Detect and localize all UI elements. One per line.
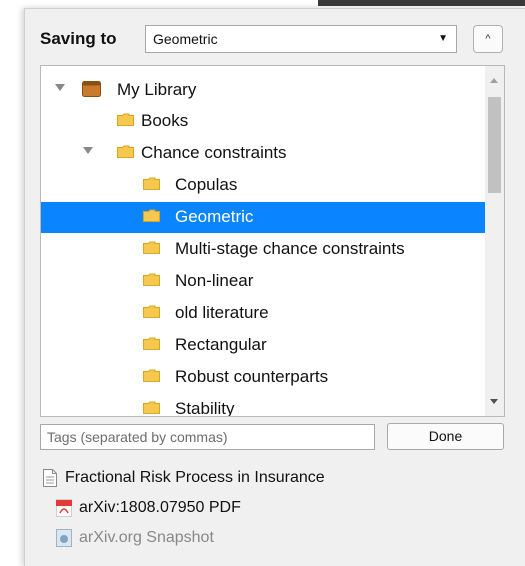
- done-button[interactable]: Done: [387, 423, 504, 450]
- tree-item-label: Geometric: [175, 207, 254, 226]
- collection-select[interactable]: Geometric ▼: [145, 25, 457, 53]
- saved-item-document: Fractional Risk Process in Insurance: [43, 467, 443, 489]
- folder-icon: [143, 209, 160, 222]
- tree-item-old-literature[interactable]: old literature: [41, 298, 485, 329]
- tree-item-my-library[interactable]: My Library: [41, 75, 485, 106]
- scroll-down-arrow-icon[interactable]: [490, 399, 498, 404]
- background-window-edge: [318, 0, 525, 6]
- tree-item-copulas[interactable]: Copulas: [41, 170, 485, 201]
- saved-item-title: Fractional Risk Process in Insurance: [65, 469, 325, 486]
- tree-item-label: old literature: [175, 303, 269, 322]
- tree-item-label: Chance constraints: [141, 143, 287, 162]
- scroll-thumb[interactable]: [488, 97, 501, 193]
- tree-item-label: Multi-stage chance constraints: [175, 239, 405, 258]
- save-to-zotero-popup: Saving to Geometric ▼ ^ My Library Books…: [24, 8, 525, 566]
- saving-to-label: Saving to: [40, 29, 117, 48]
- scroll-up-arrow-icon[interactable]: [490, 78, 498, 83]
- collection-select-value: Geometric: [153, 31, 218, 47]
- twisty-expanded-icon[interactable]: [83, 147, 93, 154]
- folder-icon: [143, 241, 160, 254]
- tree-item-geometric[interactable]: Geometric: [41, 202, 485, 233]
- document-icon: [43, 469, 57, 487]
- attachment-pdf-label: arXiv:1808.07950 PDF: [79, 499, 241, 516]
- folder-icon: [143, 337, 160, 350]
- folder-icon: [117, 145, 134, 158]
- attachment-snapshot-label: arXiv.org Snapshot: [79, 529, 214, 546]
- chevron-up-icon: ^: [485, 33, 491, 45]
- pdf-icon: [56, 499, 72, 517]
- folder-icon: [143, 177, 160, 190]
- tree-item-rectangular[interactable]: Rectangular: [41, 330, 485, 361]
- folder-icon: [143, 305, 160, 318]
- tree-scrollbar[interactable]: [485, 66, 504, 416]
- folder-icon: [143, 369, 160, 382]
- tree-item-non-linear[interactable]: Non-linear: [41, 266, 485, 297]
- attachment-snapshot: arXiv.org Snapshot: [56, 527, 356, 549]
- folder-icon: [117, 113, 134, 126]
- web-snapshot-icon: [56, 529, 72, 547]
- tree-item-label: My Library: [117, 80, 197, 99]
- tree-item-label: Books: [141, 111, 189, 130]
- tree-item-label: Non-linear: [175, 271, 254, 290]
- folder-icon: [143, 273, 160, 286]
- tags-input[interactable]: [40, 424, 375, 450]
- folder-icon: [143, 401, 160, 414]
- tree-item-label: Copulas: [175, 175, 238, 194]
- tree-item-label: Rectangular: [175, 335, 267, 354]
- collection-tree-list: My Library Books Chance constraints Copu…: [41, 66, 485, 416]
- tree-item-stability[interactable]: Stability: [41, 394, 485, 416]
- twisty-expanded-icon[interactable]: [55, 84, 65, 91]
- tree-item-label: Robust counterparts: [175, 367, 329, 386]
- collection-tree[interactable]: My Library Books Chance constraints Copu…: [40, 65, 505, 417]
- tree-item-chance-constraints[interactable]: Chance constraints: [41, 138, 485, 169]
- tree-item-label: Stability: [175, 399, 235, 416]
- attachment-pdf: arXiv:1808.07950 PDF: [56, 497, 356, 519]
- library-icon: [82, 81, 101, 97]
- tree-item-books[interactable]: Books: [41, 106, 485, 137]
- tree-item-robust-counterparts[interactable]: Robust counterparts: [41, 362, 485, 393]
- tree-item-multi-stage-chance-constraints[interactable]: Multi-stage chance constraints: [41, 234, 485, 265]
- chevron-down-icon: ▼: [438, 33, 448, 44]
- collapse-tree-button[interactable]: ^: [473, 25, 503, 53]
